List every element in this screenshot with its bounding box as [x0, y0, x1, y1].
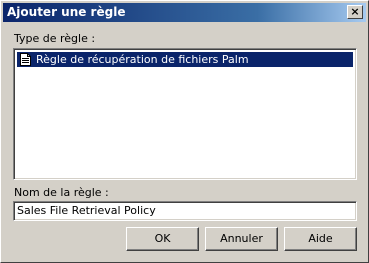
- cancel-button[interactable]: Annuler: [205, 227, 278, 251]
- list-item[interactable]: Règle de récupération de fichiers Palm: [17, 52, 353, 67]
- window-title: Ajouter une règle: [7, 5, 126, 19]
- ok-button[interactable]: OK: [126, 227, 199, 251]
- close-button[interactable]: ×: [347, 5, 363, 19]
- rule-name-label: Nom de la règle :: [14, 186, 109, 199]
- title-bar: Ajouter une règle ×: [3, 3, 366, 22]
- rule-type-list[interactable]: Règle de récupération de fichiers Palm: [13, 48, 357, 180]
- help-button[interactable]: Aide: [284, 227, 357, 251]
- list-item-label: Règle de récupération de fichiers Palm: [36, 53, 249, 66]
- rule-type-label: Type de règle :: [14, 32, 96, 45]
- rule-name-input[interactable]: Sales File Retrieval Policy: [13, 201, 357, 221]
- document-icon: [20, 53, 31, 66]
- add-rule-dialog: Ajouter une règle × Type de règle : Règl…: [0, 0, 369, 263]
